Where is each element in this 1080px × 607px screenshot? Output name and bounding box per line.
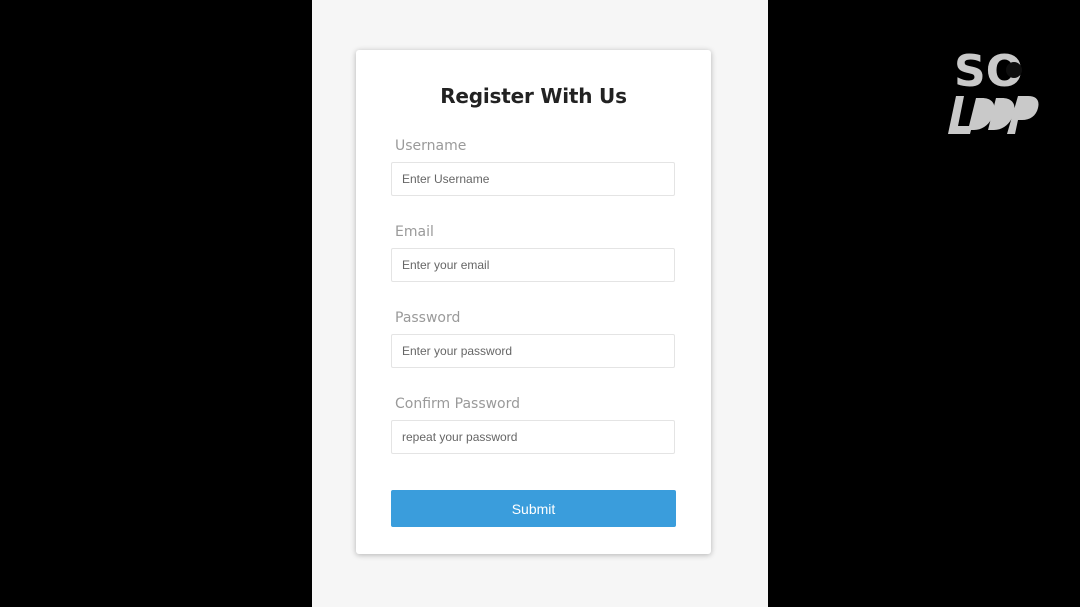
password-label: Password	[395, 310, 461, 326]
soloop-logo: SO	[948, 46, 1039, 134]
email-input[interactable]	[391, 248, 675, 282]
submit-button[interactable]: Submit	[391, 490, 676, 527]
username-input[interactable]	[391, 162, 675, 196]
register-form-card: Register With Us Username Email Password…	[356, 50, 711, 554]
username-label: Username	[395, 138, 467, 154]
logo-lens-icon	[1006, 62, 1022, 78]
password-input[interactable]	[391, 334, 675, 368]
confirm-password-input[interactable]	[391, 420, 675, 454]
logo-text-bottom-art	[948, 96, 1039, 134]
screen: Register With Us Username Email Password…	[0, 0, 1080, 607]
confirm-password-label: Confirm Password	[395, 396, 521, 412]
browser-viewport: Register With Us Username Email Password…	[312, 0, 768, 607]
email-label: Email	[395, 224, 434, 240]
form-title: Register With Us	[440, 84, 627, 108]
